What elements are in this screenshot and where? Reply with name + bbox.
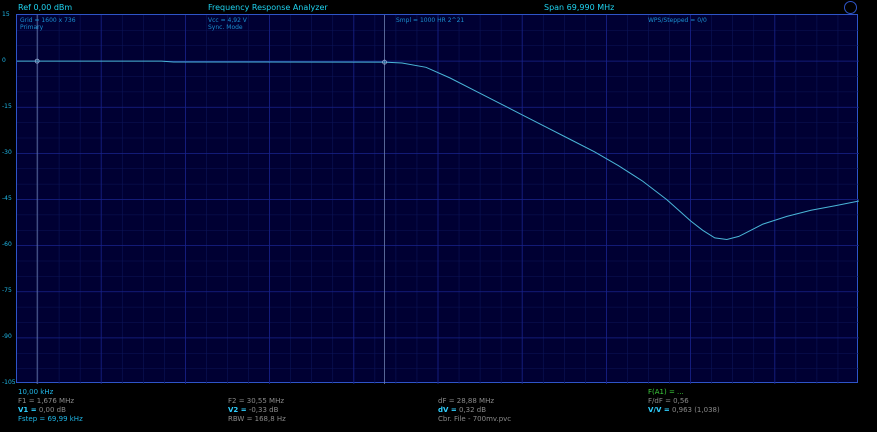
fstep: Fstep = 69,99 kHz: [18, 415, 83, 423]
marker-f1: F1 = 1,676 MHz: [18, 397, 75, 405]
ref-level: Ref 0,00 dBm: [18, 3, 73, 12]
status-indicator-icon[interactable]: [844, 1, 857, 14]
wps-info: WPS/Stepped = 0/0: [648, 17, 707, 24]
vv-value: 0,963 (1,038): [671, 406, 720, 414]
v1-value: 0,00 dB: [38, 406, 66, 414]
y-tick-label: -75: [2, 287, 12, 294]
response-chart[interactable]: [17, 15, 859, 384]
analyzer-title: Frequency Response Analyzer: [208, 3, 328, 12]
y-tick-label: -60: [2, 241, 12, 248]
smpl-info: Smpl = 1000 HR 2^21: [396, 17, 465, 24]
y-tick-label: -30: [2, 149, 12, 156]
marker-v1: V1 = 0,00 dB: [18, 406, 66, 415]
f-over-df: F/dF = 0,56: [648, 397, 689, 405]
calibration-file: Cbr. File - 700mv.pvc: [438, 415, 512, 423]
y-tick-label: -45: [2, 195, 12, 202]
sync-info: Sync. Mode: [208, 24, 243, 31]
y-tick-label: -90: [2, 333, 12, 340]
y-tick-label: -15: [2, 103, 12, 110]
y-tick-label: 15: [2, 11, 10, 18]
delta-v: dV = 0,32 dB: [438, 406, 486, 415]
span-readout: Span 69,990 MHz: [544, 3, 615, 12]
mode-info: Primary: [20, 24, 44, 31]
fa1: F(A1) = ...: [648, 388, 684, 396]
start-freq: 10,00 kHz: [18, 388, 54, 396]
dv-label: dV =: [438, 406, 457, 414]
v-over-v: V/V = 0,963 (1,038): [648, 406, 720, 415]
v1-label: V1 =: [18, 406, 37, 414]
dv-value: 0,32 dB: [458, 406, 487, 414]
plot-area[interactable]: [16, 14, 859, 384]
v2-value: -0,33 dB: [248, 406, 279, 414]
marker-f2: F2 = 30,55 MHz: [228, 397, 285, 405]
vv-label: V/V =: [648, 406, 670, 414]
y-tick-label: 0: [2, 57, 6, 64]
v2-label: V2 =: [228, 406, 247, 414]
rbw: RBW = 168,8 Hz: [228, 415, 286, 423]
delta-f: dF = 28,88 MHz: [438, 397, 495, 405]
grid-info: Grid = 1600 x 736: [20, 17, 76, 24]
marker-v2: V2 = -0,33 dB: [228, 406, 278, 415]
vcc-info: Vcc = 4,92 V: [208, 17, 247, 24]
y-tick-label: -105: [2, 379, 16, 386]
